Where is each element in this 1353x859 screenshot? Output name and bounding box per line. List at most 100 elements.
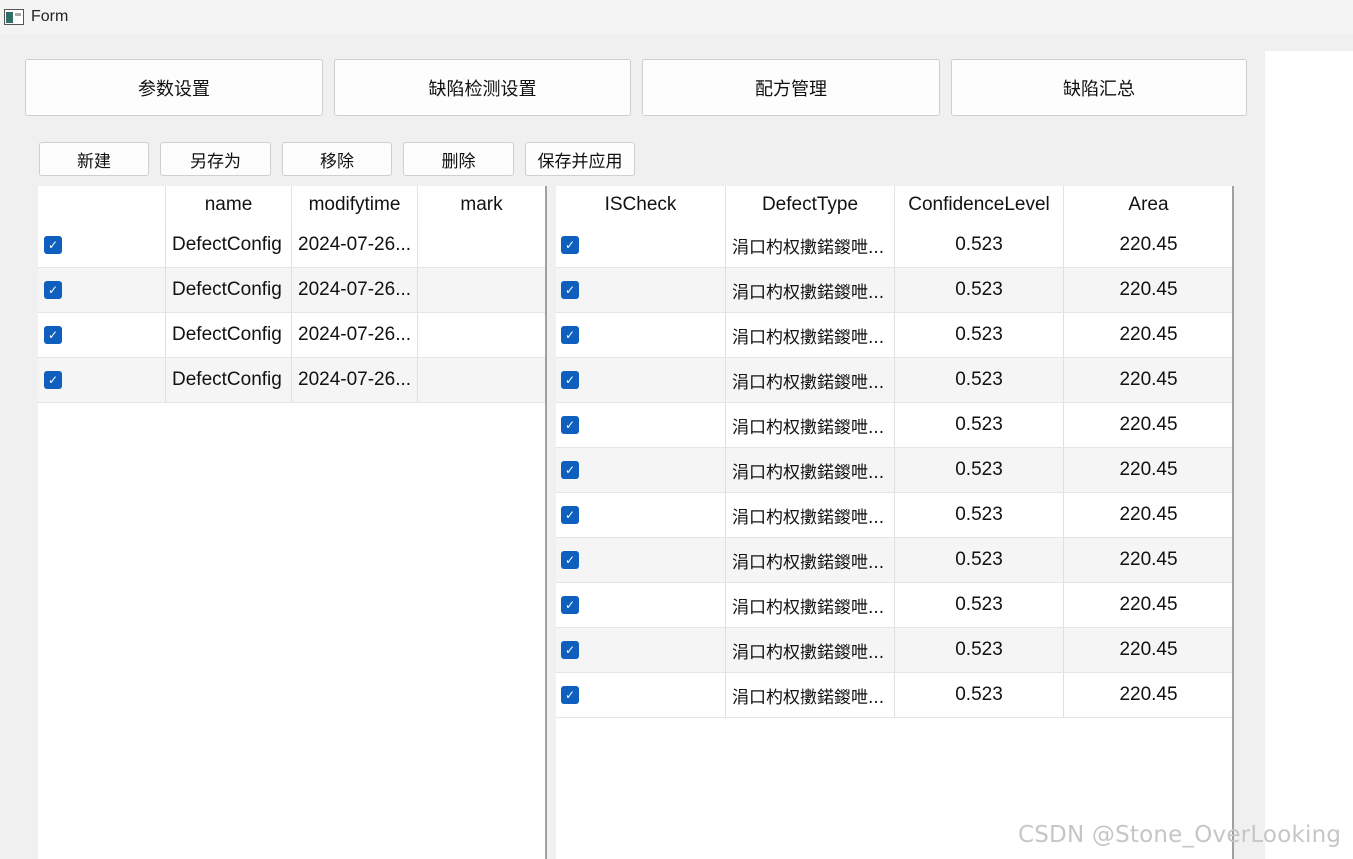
save-as-button[interactable]: 另存为 <box>160 142 271 176</box>
save-and-apply-button[interactable]: 保存并应用 <box>525 142 635 176</box>
checkbox[interactable]: ✓ <box>561 461 579 479</box>
table-row[interactable]: ✓ 涓口杓权擻鍩鍐呭... 0.523 220.45 <box>556 448 1233 493</box>
checkbox[interactable]: ✓ <box>44 236 62 254</box>
mark-cell[interactable] <box>418 223 545 267</box>
table-row[interactable]: ✓ 涓口杓权擻鍩鍐呭... 0.523 220.45 <box>556 493 1233 538</box>
table-row[interactable]: ✓ 涓口杓权擻鍩鍐呭... 0.523 220.45 <box>556 538 1233 583</box>
splitter-handle[interactable] <box>545 186 547 859</box>
mark-cell[interactable] <box>418 313 545 357</box>
defect-header-defecttype[interactable]: DefectType <box>726 186 895 223</box>
defecttype-cell[interactable]: 涓口杓权擻鍩鍐呭... <box>726 628 895 672</box>
tab-recipe-management[interactable]: 配方管理 <box>642 59 940 116</box>
area-cell[interactable]: 220.45 <box>1064 583 1233 627</box>
modifytime-cell[interactable]: 2024-07-26... <box>292 268 418 312</box>
defecttype-cell[interactable]: 涓口杓权擻鍩鍐呭... <box>726 403 895 447</box>
config-header-name[interactable]: name <box>166 186 292 223</box>
table-row[interactable]: ✓ 涓口杓权擻鍩鍐呭... 0.523 220.45 <box>556 223 1233 268</box>
remove-button[interactable]: 移除 <box>282 142 392 176</box>
area-cell[interactable]: 220.45 <box>1064 448 1233 492</box>
area-cell[interactable]: 220.45 <box>1064 223 1233 267</box>
confidence-cell[interactable]: 0.523 <box>895 448 1064 492</box>
table-row[interactable]: ✓ 涓口杓权擻鍩鍐呭... 0.523 220.45 <box>556 268 1233 313</box>
modifytime-cell[interactable]: 2024-07-26... <box>292 358 418 402</box>
defecttype-cell[interactable]: 涓口杓权擻鍩鍐呭... <box>726 673 895 717</box>
checkbox[interactable]: ✓ <box>561 326 579 344</box>
checkbox[interactable]: ✓ <box>561 281 579 299</box>
table-row[interactable]: ✓ 涓口杓权擻鍩鍐呭... 0.523 220.45 <box>556 403 1233 448</box>
ischeck-cell: ✓ <box>556 358 726 402</box>
checkbox[interactable]: ✓ <box>44 281 62 299</box>
table-row[interactable]: ✓ 涓口杓权擻鍩鍐呭... 0.523 220.45 <box>556 673 1233 718</box>
checkbox[interactable]: ✓ <box>561 506 579 524</box>
defecttype-cell[interactable]: 涓口杓权擻鍩鍐呭... <box>726 538 895 582</box>
table-row[interactable]: ✓ 涓口杓权擻鍩鍐呭... 0.523 220.45 <box>556 313 1233 358</box>
delete-button[interactable]: 删除 <box>403 142 514 176</box>
checkbox[interactable]: ✓ <box>561 236 579 254</box>
modifytime-cell[interactable]: 2024-07-26... <box>292 223 418 267</box>
area-cell[interactable]: 220.45 <box>1064 358 1233 402</box>
defect-header-ischeck[interactable]: ISCheck <box>556 186 726 223</box>
checkbox[interactable]: ✓ <box>561 686 579 704</box>
window-title: Form <box>31 8 69 25</box>
checkbox[interactable]: ✓ <box>44 326 62 344</box>
mark-cell[interactable] <box>418 358 545 402</box>
table-row[interactable]: ✓ DefectConfig 2024-07-26... <box>38 358 545 403</box>
table-row[interactable]: ✓ 涓口杓权擻鍩鍐呭... 0.523 220.45 <box>556 358 1233 403</box>
modifytime-cell[interactable]: 2024-07-26... <box>292 313 418 357</box>
row-check-cell: ✓ <box>38 313 166 357</box>
area-cell[interactable]: 220.45 <box>1064 673 1233 717</box>
confidence-cell[interactable]: 0.523 <box>895 628 1064 672</box>
defect-table[interactable]: ISCheck DefectType ConfidenceLevel Area … <box>556 186 1233 859</box>
table-row[interactable]: ✓ DefectConfig 2024-07-26... <box>38 223 545 268</box>
checkbox[interactable]: ✓ <box>561 416 579 434</box>
checkbox[interactable]: ✓ <box>561 371 579 389</box>
config-table[interactable]: name modifytime mark ✓ DefectConfig 2024-0… <box>38 186 545 859</box>
defecttype-cell[interactable]: 涓口杓权擻鍩鍐呭... <box>726 448 895 492</box>
defecttype-cell[interactable]: 涓口杓权擻鍩鍐呭... <box>726 223 895 267</box>
tab-defect-detection-settings[interactable]: 缺陷检测设置 <box>334 59 631 116</box>
confidence-cell[interactable]: 0.523 <box>895 268 1064 312</box>
confidence-cell[interactable]: 0.523 <box>895 313 1064 357</box>
confidence-cell[interactable]: 0.523 <box>895 358 1064 402</box>
area-cell[interactable]: 220.45 <box>1064 268 1233 312</box>
confidence-cell[interactable]: 0.523 <box>895 538 1064 582</box>
checkbox[interactable]: ✓ <box>561 641 579 659</box>
mark-cell[interactable] <box>418 268 545 312</box>
defecttype-cell[interactable]: 涓口杓权擻鍩鍐呭... <box>726 493 895 537</box>
name-cell[interactable]: DefectConfig <box>166 268 292 312</box>
checkbox[interactable]: ✓ <box>44 371 62 389</box>
area-cell[interactable]: 220.45 <box>1064 403 1233 447</box>
confidence-cell[interactable]: 0.523 <box>895 493 1064 537</box>
new-button[interactable]: 新建 <box>39 142 149 176</box>
defecttype-cell[interactable]: 涓口杓权擻鍩鍐呭... <box>726 313 895 357</box>
name-cell[interactable]: DefectConfig <box>166 313 292 357</box>
defect-header-area[interactable]: Area <box>1064 186 1233 223</box>
table-row[interactable]: ✓ DefectConfig 2024-07-26... <box>38 268 545 313</box>
area-cell[interactable]: 220.45 <box>1064 538 1233 582</box>
row-check-cell: ✓ <box>38 223 166 267</box>
checkbox[interactable]: ✓ <box>561 596 579 614</box>
confidence-cell[interactable]: 0.523 <box>895 223 1064 267</box>
defecttype-cell[interactable]: 涓口杓权擻鍩鍐呭... <box>726 358 895 402</box>
table-row[interactable]: ✓ DefectConfig 2024-07-26... <box>38 313 545 358</box>
config-header-check[interactable] <box>38 186 166 223</box>
config-header-modifytime[interactable]: modifytime <box>292 186 418 223</box>
area-cell[interactable]: 220.45 <box>1064 493 1233 537</box>
ischeck-cell: ✓ <box>556 313 726 357</box>
table-row[interactable]: ✓ 涓口杓权擻鍩鍐呭... 0.523 220.45 <box>556 583 1233 628</box>
area-cell[interactable]: 220.45 <box>1064 628 1233 672</box>
tab-defect-summary[interactable]: 缺陷汇总 <box>951 59 1247 116</box>
table-row[interactable]: ✓ 涓口杓权擻鍩鍐呭... 0.523 220.45 <box>556 628 1233 673</box>
defect-header-confidencelevel[interactable]: ConfidenceLevel <box>895 186 1064 223</box>
confidence-cell[interactable]: 0.523 <box>895 583 1064 627</box>
config-header-mark[interactable]: mark <box>418 186 545 223</box>
defecttype-cell[interactable]: 涓口杓权擻鍩鍐呭... <box>726 583 895 627</box>
tab-parameter-settings[interactable]: 参数设置 <box>25 59 323 116</box>
name-cell[interactable]: DefectConfig <box>166 223 292 267</box>
checkbox[interactable]: ✓ <box>561 551 579 569</box>
confidence-cell[interactable]: 0.523 <box>895 673 1064 717</box>
confidence-cell[interactable]: 0.523 <box>895 403 1064 447</box>
area-cell[interactable]: 220.45 <box>1064 313 1233 357</box>
defecttype-cell[interactable]: 涓口杓权擻鍩鍐呭... <box>726 268 895 312</box>
name-cell[interactable]: DefectConfig <box>166 358 292 402</box>
